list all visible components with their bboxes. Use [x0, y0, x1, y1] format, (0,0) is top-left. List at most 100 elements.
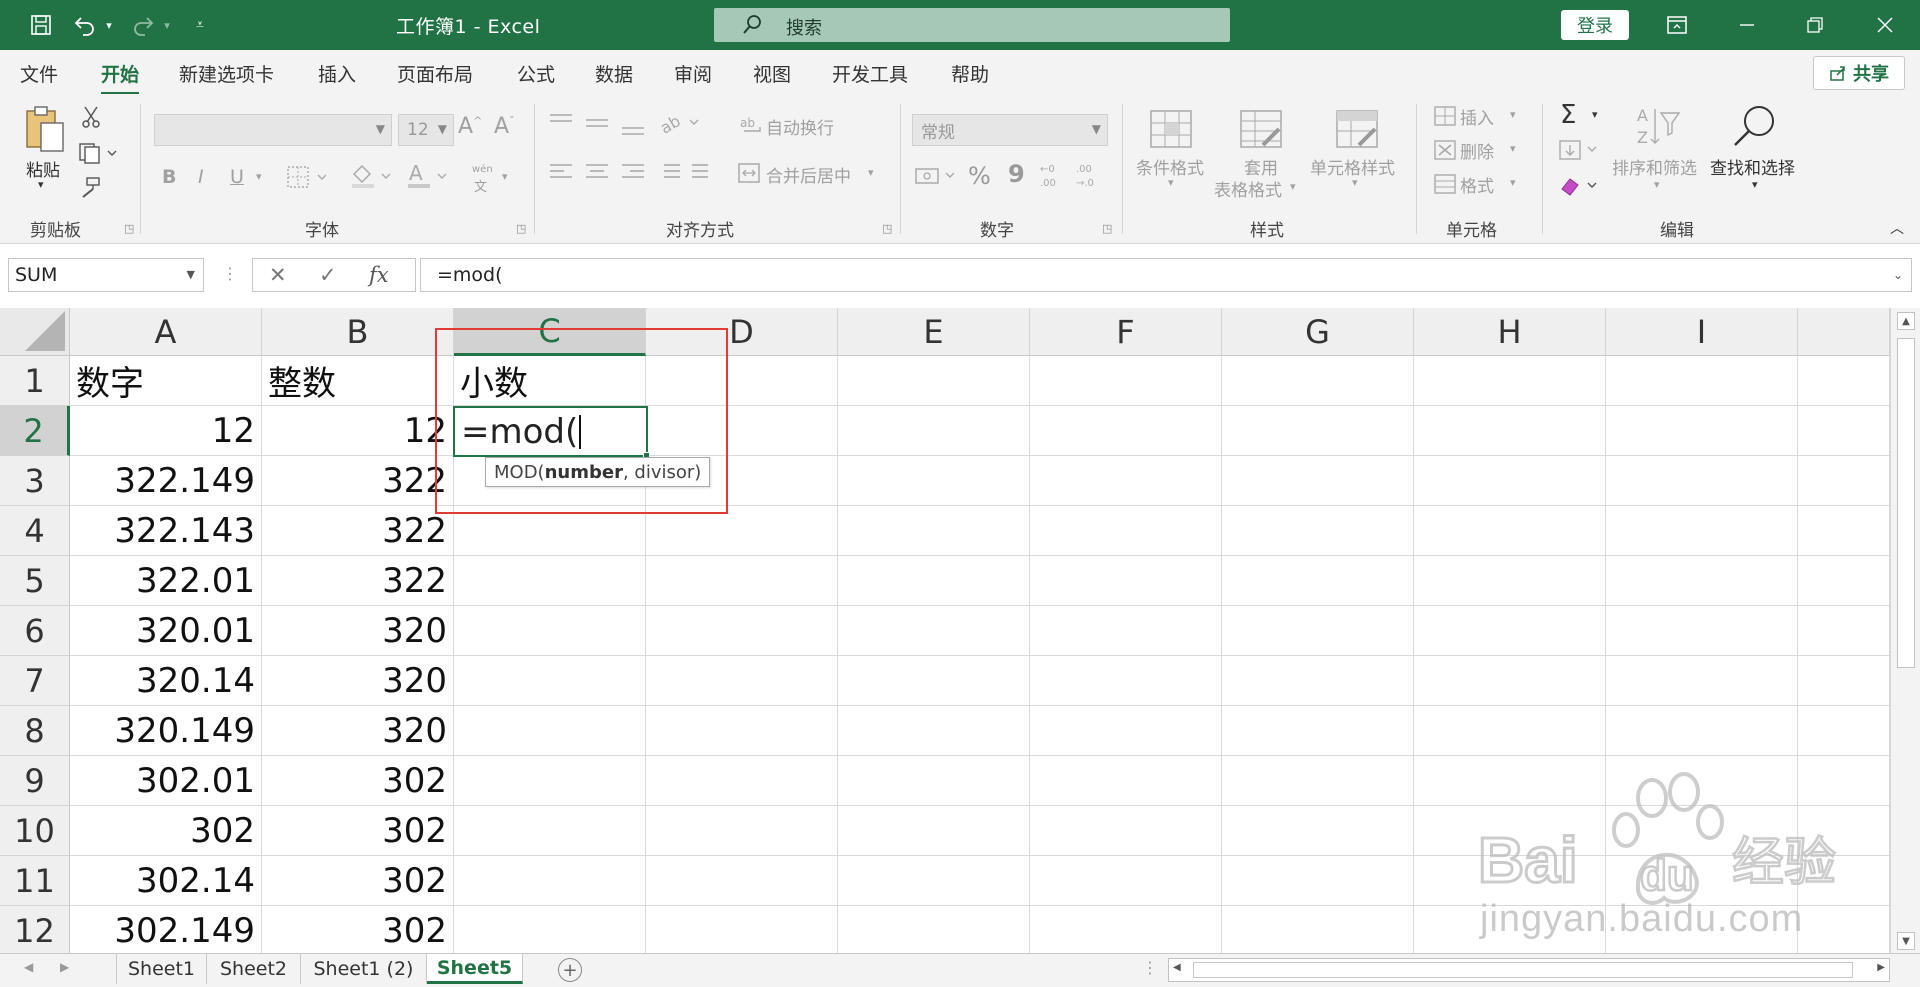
- format-as-table-line2[interactable]: 表格格式: [1214, 176, 1282, 201]
- sheet-tab-sheet1-2[interactable]: Sheet1 (2): [301, 954, 427, 984]
- merge-dropdown-icon[interactable]: ▾: [868, 166, 874, 179]
- redo-icon[interactable]: [128, 10, 158, 40]
- cell-f9[interactable]: [1030, 756, 1222, 806]
- cell-a2[interactable]: 12: [70, 406, 262, 456]
- scroll-down-icon[interactable]: ▼: [1897, 932, 1915, 950]
- scroll-right-icon[interactable]: ▶: [1877, 962, 1885, 973]
- prev-sheet-icon[interactable]: ◀: [24, 960, 33, 974]
- delete-cells-button[interactable]: 删除: [1460, 138, 1494, 163]
- underline-button[interactable]: U: [230, 166, 244, 188]
- merge-center-button[interactable]: 合并后居中: [766, 162, 851, 187]
- cell-i1[interactable]: [1606, 356, 1798, 406]
- cell-g12[interactable]: [1222, 906, 1414, 953]
- cell-d11[interactable]: [646, 856, 838, 906]
- cell-filler[interactable]: [1798, 506, 1890, 556]
- bold-button[interactable]: B: [162, 166, 176, 188]
- cell-g1[interactable]: [1222, 356, 1414, 406]
- redo-dropdown-icon[interactable]: ▾: [160, 10, 174, 40]
- cell-b1[interactable]: 整数: [262, 356, 454, 406]
- phonetic-icon[interactable]: wén: [472, 164, 493, 175]
- sort-filter-icon[interactable]: AZ: [1634, 104, 1682, 150]
- cell-g6[interactable]: [1222, 606, 1414, 656]
- cell-i4[interactable]: [1606, 506, 1798, 556]
- font-size-select[interactable]: 12 ▼: [398, 114, 454, 146]
- cell-filler[interactable]: [1798, 356, 1890, 406]
- row-header-9[interactable]: 9: [0, 756, 70, 806]
- cell-g10[interactable]: [1222, 806, 1414, 856]
- cell-f10[interactable]: [1030, 806, 1222, 856]
- function-tooltip[interactable]: MOD(number, divisor): [485, 457, 711, 487]
- wrap-text-icon[interactable]: ab: [740, 112, 764, 138]
- vertical-scroll-thumb[interactable]: [1897, 338, 1915, 668]
- cell-h7[interactable]: [1414, 656, 1606, 706]
- phonetic-dropdown-icon[interactable]: ▾: [502, 170, 508, 183]
- cell-h6[interactable]: [1414, 606, 1606, 656]
- cell-a7[interactable]: 320.14: [70, 656, 262, 706]
- cell-b9[interactable]: 302: [262, 756, 454, 806]
- customize-toolbar-icon[interactable]: ⩡: [190, 10, 210, 40]
- row-header-10[interactable]: 10: [0, 806, 70, 856]
- row-header-6[interactable]: 6: [0, 606, 70, 656]
- cell-b7[interactable]: 320: [262, 656, 454, 706]
- cell-filler[interactable]: [1798, 606, 1890, 656]
- column-header-g[interactable]: G: [1222, 308, 1414, 356]
- delete-cells-icon[interactable]: [1432, 138, 1458, 162]
- table-dropdown-icon[interactable]: ▾: [1290, 180, 1296, 193]
- cell-d6[interactable]: [646, 606, 838, 656]
- cell-d8[interactable]: [646, 706, 838, 756]
- cell-f1[interactable]: [1030, 356, 1222, 406]
- cell-f2[interactable]: [1030, 406, 1222, 456]
- column-header-d[interactable]: D: [646, 308, 838, 356]
- horizontal-scrollbar[interactable]: ◀ ▶: [1168, 958, 1890, 982]
- cell-e12[interactable]: [838, 906, 1030, 953]
- format-dropdown-icon[interactable]: ▾: [1510, 176, 1516, 189]
- cell-e2[interactable]: [838, 406, 1030, 456]
- cell-e9[interactable]: [838, 756, 1030, 806]
- cell-filler[interactable]: [1798, 406, 1890, 456]
- restore-icon[interactable]: [1792, 6, 1838, 44]
- cell-c9[interactable]: [454, 756, 646, 806]
- tab-page-layout[interactable]: 页面布局: [397, 60, 473, 87]
- tab-new-tab[interactable]: 新建选项卡: [179, 60, 274, 87]
- cell-i10[interactable]: [1606, 806, 1798, 856]
- format-as-table-icon[interactable]: [1238, 108, 1284, 150]
- cell-styles-dropdown-icon[interactable]: ▾: [1352, 176, 1358, 189]
- cell-g7[interactable]: [1222, 656, 1414, 706]
- horizontal-scroll-thumb[interactable]: [1193, 962, 1853, 978]
- cell-i8[interactable]: [1606, 706, 1798, 756]
- merge-center-icon[interactable]: [736, 160, 762, 186]
- cell-a1[interactable]: 数字: [70, 356, 262, 406]
- scroll-left-icon[interactable]: ◀: [1173, 962, 1181, 973]
- comma-button[interactable]: 9: [1008, 160, 1025, 188]
- cell-h9[interactable]: [1414, 756, 1606, 806]
- cut-icon[interactable]: [80, 106, 102, 128]
- format-cells-icon[interactable]: [1432, 172, 1458, 196]
- tab-formulas[interactable]: 公式: [517, 60, 555, 87]
- column-header-f[interactable]: F: [1030, 308, 1222, 356]
- cell-e4[interactable]: [838, 506, 1030, 556]
- cell-d12[interactable]: [646, 906, 838, 953]
- row-header-4[interactable]: 4: [0, 506, 70, 556]
- conditional-format-icon[interactable]: [1148, 108, 1194, 150]
- cell-b10[interactable]: 302: [262, 806, 454, 856]
- font-launcher-icon[interactable]: ◳: [516, 222, 526, 235]
- formula-bar-resize-handle[interactable]: ⋮: [222, 264, 238, 283]
- cell-a6[interactable]: 320.01: [70, 606, 262, 656]
- add-sheet-button[interactable]: +: [558, 958, 582, 982]
- active-cell-c2[interactable]: =mod(: [453, 406, 650, 459]
- cell-c1[interactable]: 小数: [454, 356, 646, 406]
- horizontal-align-icons[interactable]: [548, 160, 658, 186]
- wrap-text-button[interactable]: 自动换行: [766, 114, 834, 139]
- grow-font-icon[interactable]: A^: [458, 114, 482, 139]
- cell-filler[interactable]: [1798, 456, 1890, 506]
- find-select-button[interactable]: 查找和选择: [1710, 154, 1795, 179]
- cell-b12[interactable]: 302: [262, 906, 454, 953]
- cell-a12[interactable]: 302.149: [70, 906, 262, 953]
- tab-home[interactable]: 开始: [101, 60, 140, 95]
- find-select-icon[interactable]: [1730, 102, 1778, 150]
- cell-filler[interactable]: [1798, 806, 1890, 856]
- percent-button[interactable]: %: [968, 162, 991, 190]
- paste-dropdown-icon[interactable]: ▾: [38, 178, 44, 191]
- format-cells-button[interactable]: 格式: [1460, 172, 1494, 197]
- cell-e10[interactable]: [838, 806, 1030, 856]
